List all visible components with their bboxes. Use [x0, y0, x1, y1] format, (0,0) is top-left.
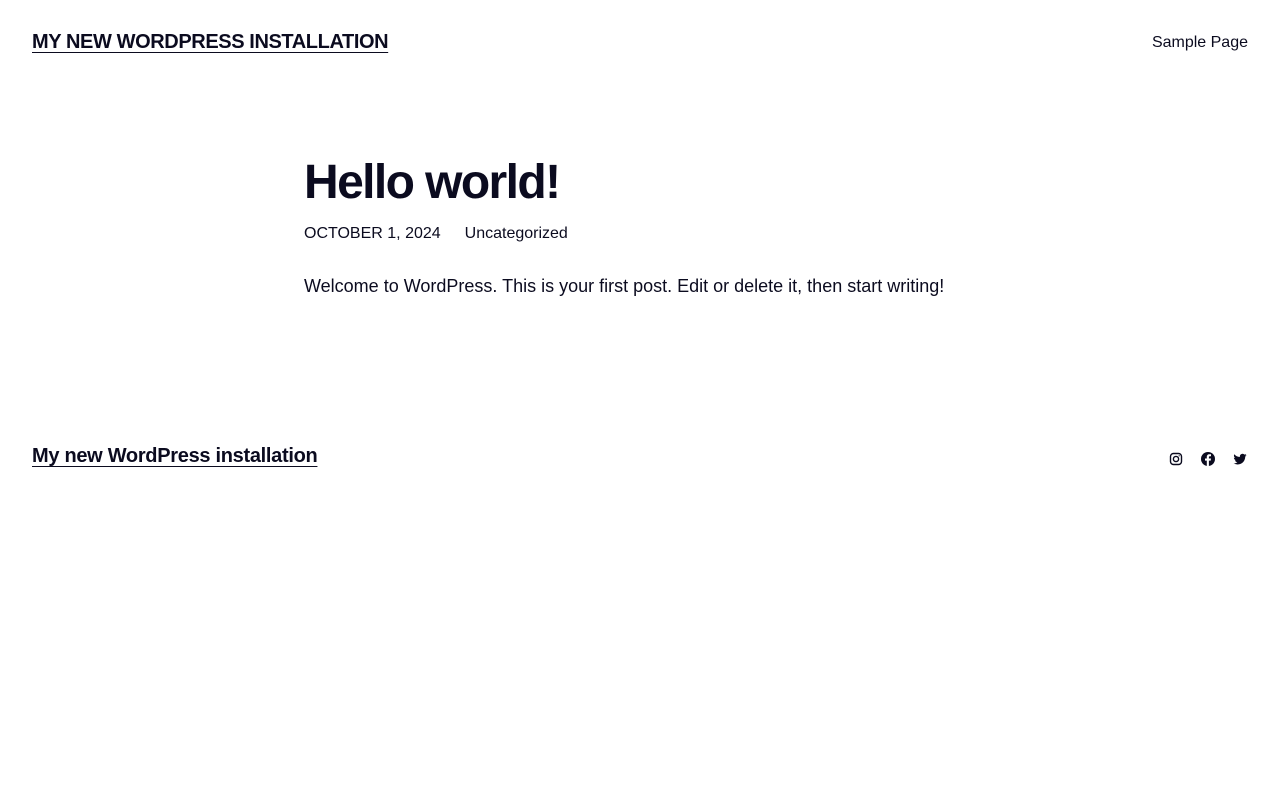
site-title-link[interactable]: MY NEW WORDPRESS INSTALLATION [32, 31, 389, 54]
post-meta: OCTOBER 1, 2024 Uncategorized [304, 225, 984, 243]
page: MY NEW WORDPRESS INSTALLATION Sample Pag… [0, 0, 1280, 800]
post: Hello world! OCTOBER 1, 2024 Uncategoriz… [304, 150, 984, 318]
facebook-icon[interactable] [1200, 451, 1216, 467]
social-links [1168, 451, 1248, 467]
nav-item-sample-page[interactable]: Sample Page [1152, 34, 1248, 51]
instagram-icon[interactable] [1168, 451, 1184, 467]
footer-site-title-link[interactable]: My new WordPress installation [32, 445, 318, 468]
main-navigation: Sample Page [1152, 34, 1248, 52]
post-date-link[interactable]: OCTOBER 1, 2024 [304, 225, 441, 243]
post-content: Welcome to WordPress. This is your first… [304, 276, 945, 296]
post-category-link[interactable]: Uncategorized [465, 225, 568, 243]
post-title: Hello world! [304, 156, 561, 209]
twitter-icon[interactable] [1232, 451, 1248, 467]
